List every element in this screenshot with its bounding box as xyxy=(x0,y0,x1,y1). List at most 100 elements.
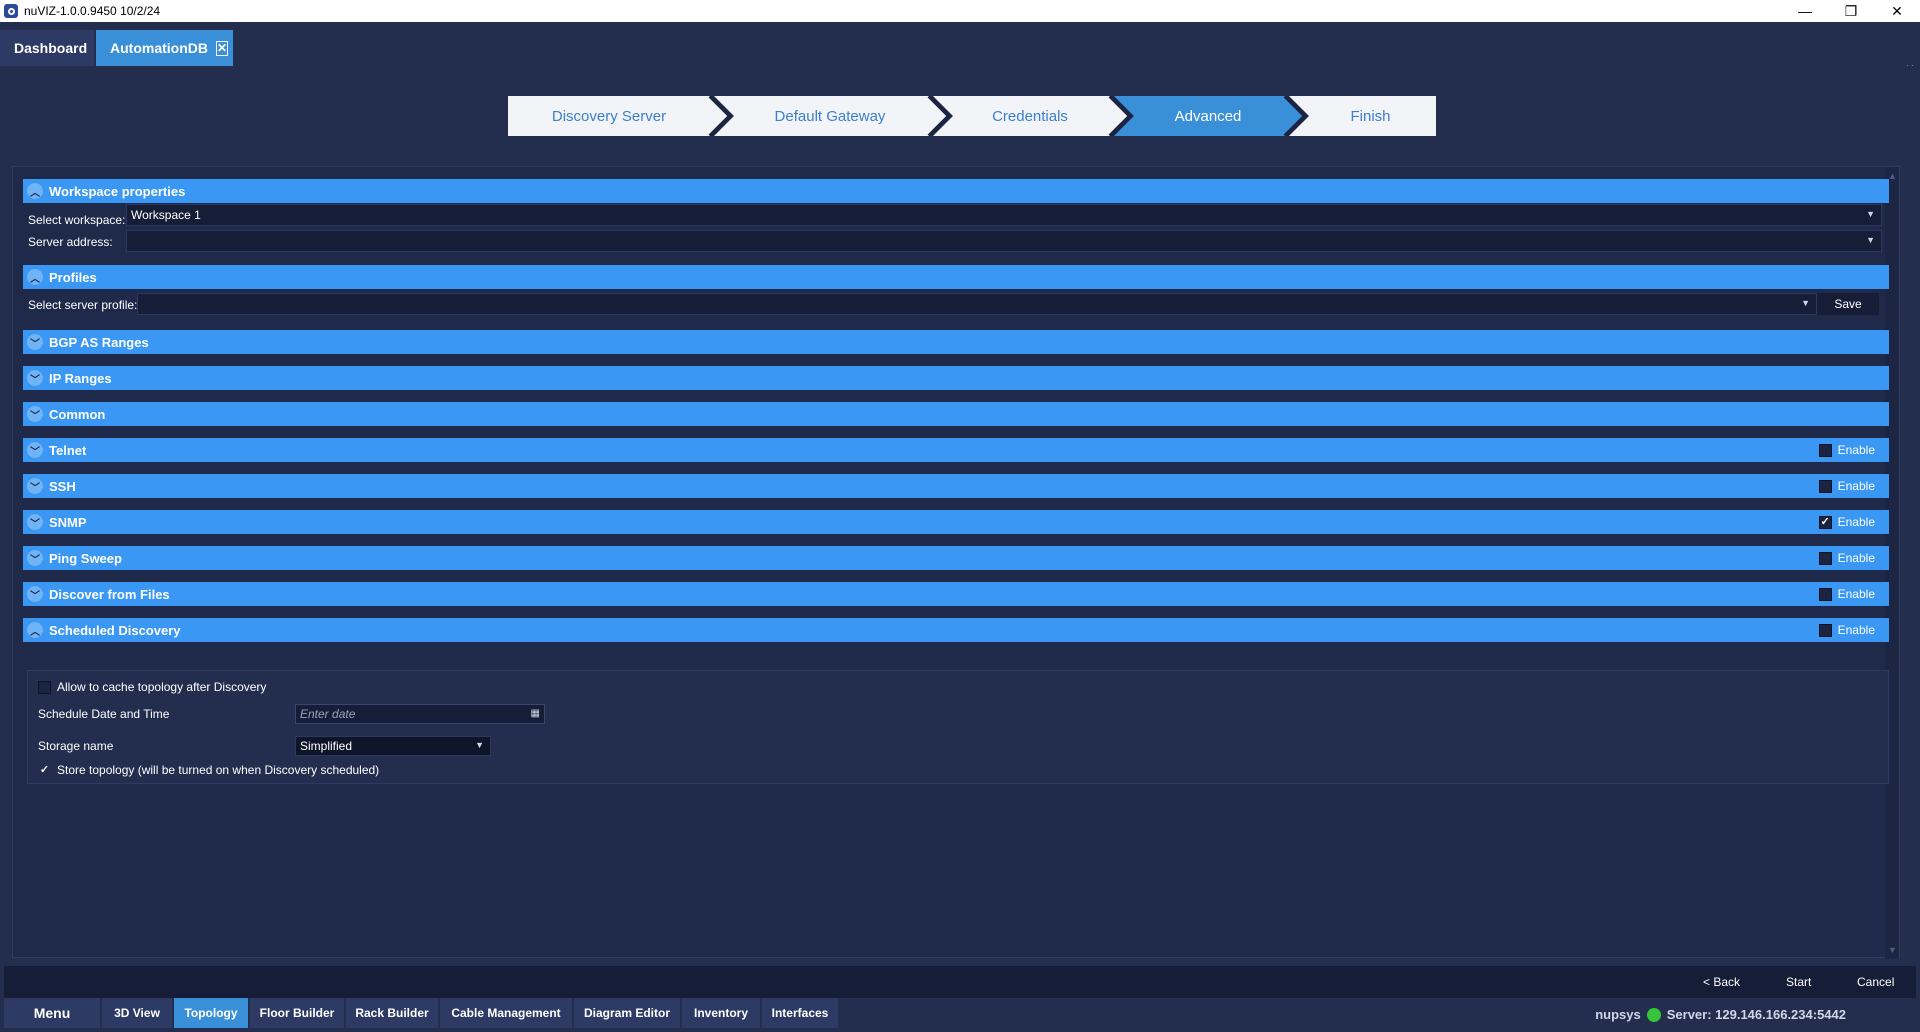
section-scheduled-discovery[interactable]: ︿ Scheduled Discovery Enable xyxy=(23,618,1889,642)
close-tab-icon[interactable]: ✕ xyxy=(216,40,229,56)
chevron-down-icon[interactable]: ﹀ xyxy=(27,442,43,458)
telnet-enable[interactable]: Enable xyxy=(1818,438,1875,462)
tab-floor-builder[interactable]: Floor Builder xyxy=(250,998,344,1028)
schedule-date-label: Schedule Date and Time xyxy=(38,707,170,721)
section-telnet[interactable]: ﹀ Telnet Enable xyxy=(23,438,1889,462)
section-profiles[interactable]: ︿ Profiles xyxy=(23,265,1889,289)
tab-rack-builder[interactable]: Rack Builder xyxy=(346,998,438,1028)
store-topology-checkbox[interactable]: ✓ xyxy=(38,764,51,777)
section-bgp-as-ranges[interactable]: ﹀ BGP AS Ranges xyxy=(23,330,1889,354)
step-label: Credentials xyxy=(992,107,1068,125)
menu-button[interactable]: Menu xyxy=(4,998,100,1028)
server-profile-dropdown[interactable]: ▼ xyxy=(137,293,1817,315)
tab-interfaces[interactable]: Interfaces xyxy=(762,998,838,1028)
status-indicator-icon xyxy=(1646,1007,1661,1022)
minimize-button[interactable]: — xyxy=(1782,0,1828,22)
cancel-button[interactable]: Cancel xyxy=(1857,975,1894,989)
server-address-dropdown[interactable]: ▼ xyxy=(126,230,1882,252)
calendar-icon[interactable]: ▦ xyxy=(531,708,540,719)
scheduled-discovery-enable[interactable]: Enable xyxy=(1818,618,1875,642)
server-address-label: Server address: xyxy=(28,235,113,249)
server-address: Server: 129.146.166.234:5442 xyxy=(1666,1007,1846,1022)
dropdown-arrow-icon: ▼ xyxy=(1866,209,1875,219)
storage-name-dropdown[interactable]: Simplified ▼ xyxy=(295,736,491,756)
section-title: SSH xyxy=(49,478,76,494)
schedule-date-input[interactable]: Enter date ▦ xyxy=(295,704,545,724)
telnet-enable-checkbox[interactable] xyxy=(1818,443,1832,457)
window-titlebar: nuVIZ-1.0.0.9450 10/2/24 — ❐ ✕ xyxy=(0,0,1920,22)
enable-label: Enable xyxy=(1837,551,1875,565)
tab-automationdb[interactable]: AutomationDB ✕ xyxy=(96,30,233,66)
snmp-enable[interactable]: ✓ Enable xyxy=(1818,510,1875,534)
start-button[interactable]: Start xyxy=(1786,975,1811,989)
select-server-profile-label: Select server profile: xyxy=(28,298,138,312)
chevron-down-icon[interactable]: ﹀ xyxy=(27,370,43,386)
chevron-down-icon[interactable]: ﹀ xyxy=(27,586,43,602)
workspace-dropdown[interactable]: Workspace 1 ▼ xyxy=(126,204,1882,226)
snmp-enable-checkbox[interactable]: ✓ xyxy=(1818,515,1832,529)
tab-dashboard-label: Dashboard xyxy=(14,40,88,56)
scroll-up-icon[interactable]: ▲ xyxy=(1888,171,1897,181)
allow-cache-checkbox[interactable] xyxy=(38,680,51,694)
chevron-down-icon[interactable]: ﹀ xyxy=(27,550,43,566)
step-credentials[interactable]: Credentials xyxy=(949,96,1111,136)
chevron-down-icon[interactable]: ﹀ xyxy=(27,478,43,494)
username: nupsys xyxy=(1595,1007,1641,1022)
chevron-down-icon[interactable]: ﹀ xyxy=(27,406,43,422)
ssh-enable[interactable]: Enable xyxy=(1818,474,1875,498)
section-title: Scheduled Discovery xyxy=(49,622,181,638)
step-advanced[interactable]: Advanced xyxy=(1130,96,1286,136)
discover-files-enable[interactable]: Enable xyxy=(1818,582,1875,606)
tab-topology[interactable]: Topology xyxy=(174,998,248,1028)
section-title: Common xyxy=(49,406,106,422)
tab-dashboard[interactable]: Dashboard xyxy=(0,30,94,66)
document-tabs: Dashboard AutomationDB ✕ × xyxy=(0,22,1920,76)
chevron-up-icon[interactable]: ︿ xyxy=(27,183,43,199)
section-title: Discover from Files xyxy=(49,586,170,602)
store-topology-label: Store topology (will be turned on when D… xyxy=(57,763,380,777)
section-snmp[interactable]: ﹀ SNMP ✓ Enable xyxy=(23,510,1889,534)
ssh-enable-checkbox[interactable] xyxy=(1818,479,1832,493)
step-discovery-server[interactable]: Discovery Server xyxy=(508,96,710,136)
section-ip-ranges[interactable]: ﹀ IP Ranges xyxy=(23,366,1889,390)
scheduled-discovery-enable-checkbox[interactable] xyxy=(1818,623,1832,637)
chevron-down-icon[interactable]: ﹀ xyxy=(27,514,43,530)
restore-button[interactable]: ❐ xyxy=(1828,0,1874,22)
tab-diagram-editor[interactable]: Diagram Editor xyxy=(574,998,680,1028)
wizard-stepper: Discovery Server Default Gateway Credent… xyxy=(508,96,1436,136)
storage-name-label: Storage name xyxy=(38,739,114,753)
tab-cable-management[interactable]: Cable Management xyxy=(440,998,572,1028)
workspace-value: Workspace 1 xyxy=(131,208,201,222)
section-title: SNMP xyxy=(49,514,87,530)
step-default-gateway[interactable]: Default Gateway xyxy=(730,96,930,136)
store-topology-option[interactable]: ✓ Store topology (will be turned on when… xyxy=(38,763,379,777)
chevron-up-icon[interactable]: ︿ xyxy=(27,269,43,285)
scroll-down-icon[interactable]: ▼ xyxy=(1888,945,1897,955)
dropdown-arrow-icon: ▼ xyxy=(475,740,484,750)
close-window-button[interactable]: ✕ xyxy=(1874,0,1920,22)
section-discover-from-files[interactable]: ﹀ Discover from Files Enable xyxy=(23,582,1889,606)
back-button[interactable]: < Back xyxy=(1703,975,1740,989)
step-finish[interactable]: Finish xyxy=(1305,96,1436,136)
tab-3d-view[interactable]: 3D View xyxy=(102,998,172,1028)
wizard-area: Discovery Server Default Gateway Credent… xyxy=(4,66,1916,966)
section-common[interactable]: ﹀ Common xyxy=(23,402,1889,426)
window-title: nuVIZ-1.0.0.9450 10/2/24 xyxy=(24,4,161,18)
ping-sweep-enable[interactable]: Enable xyxy=(1818,546,1875,570)
section-ssh[interactable]: ﹀ SSH Enable xyxy=(23,474,1889,498)
section-title: Profiles xyxy=(49,269,97,285)
step-label: Finish xyxy=(1350,107,1391,125)
section-ping-sweep[interactable]: ﹀ Ping Sweep Enable xyxy=(23,546,1889,570)
save-profile-button[interactable]: Save xyxy=(1817,293,1879,315)
tab-inventory[interactable]: Inventory xyxy=(682,998,760,1028)
schedule-date-placeholder: Enter date xyxy=(300,707,356,721)
advanced-settings-panel: ▲ ▼ ︿ Workspace properties Select worksp… xyxy=(12,166,1900,959)
allow-cache-option[interactable]: Allow to cache topology after Discovery xyxy=(38,680,266,694)
chevron-down-icon[interactable]: ﹀ xyxy=(27,334,43,350)
enable-label: Enable xyxy=(1837,587,1875,601)
chevron-up-icon[interactable]: ︿ xyxy=(27,622,43,638)
section-title: IP Ranges xyxy=(49,370,112,386)
section-workspace-properties[interactable]: ︿ Workspace properties xyxy=(23,179,1889,203)
discover-files-enable-checkbox[interactable] xyxy=(1818,587,1832,601)
ping-sweep-enable-checkbox[interactable] xyxy=(1818,551,1832,565)
